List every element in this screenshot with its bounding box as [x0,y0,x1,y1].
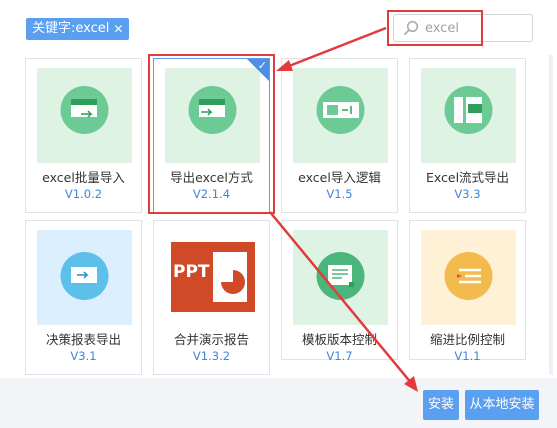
plugin-name: 合并演示报告 [173,332,249,347]
install-button[interactable]: 安装 [423,390,459,420]
plugin-card[interactable]: excel导入逻辑 V1.5 [281,58,398,213]
scrollbar[interactable] [549,55,553,375]
excel-logic-icon [293,68,388,163]
plugin-version: V3.1 [70,349,97,363]
install-local-button[interactable]: 从本地安装 [465,390,539,420]
plugin-name: 缩进比例控制 [429,332,505,347]
check-icon: ✓ [257,59,267,72]
plugin-version: V1.7 [326,349,353,363]
excel-stream-icon [421,68,516,163]
plugin-thumbnail [293,68,388,163]
ppt-label: PPT [173,262,210,282]
template-version-icon [293,230,388,325]
plugin-thumbnail [293,230,388,325]
plugin-thumbnail: PPT [165,230,260,325]
search-icon [404,20,419,35]
plugin-version: V3.3 [454,187,481,201]
plugin-thumbnail [37,68,132,163]
plugin-card[interactable]: 模板版本控制 V1.7 [281,220,398,363]
plugin-card[interactable]: 决策报表导出 V3.1 [25,220,142,375]
plugin-version: V2.1.4 [192,187,231,201]
plugin-name: 导出excel方式 [170,170,253,185]
report-export-icon [37,230,132,325]
excel-export-icon [165,68,260,163]
search-box[interactable] [393,14,533,42]
close-icon[interactable]: ✕ [113,18,123,40]
filter-tag: 关键字:excel ✕ [26,18,130,40]
indent-scale-icon [421,230,516,325]
plugin-card[interactable]: Excel流式导出 V3.3 [409,58,526,213]
filter-tag-label: 关键字:excel [32,21,110,36]
excel-import-icon [37,68,132,163]
plugin-card[interactable]: PPT 合并演示报告 V1.3.2 [153,220,270,375]
plugin-thumbnail [165,68,260,163]
plugin-thumbnail [37,230,132,325]
plugin-name: 模板版本控制 [301,332,377,347]
plugin-thumbnail [421,230,516,325]
plugin-name: 决策报表导出 [45,332,121,347]
plugin-card[interactable]: 缩进比例控制 V1.1 [409,220,526,363]
plugin-version: V1.5 [326,187,353,201]
plugin-name: excel批量导入 [42,170,125,185]
plugin-version: V1.3.2 [192,349,231,363]
plugin-name: excel导入逻辑 [298,170,381,185]
plugin-card[interactable]: ✓ 导出excel方式 V2.1.4 [153,58,270,213]
plugin-card[interactable]: excel批量导入 V1.0.2 [25,58,142,213]
plugin-version: V1.0.2 [64,187,103,201]
plugin-version: V1.1 [454,349,481,363]
search-input[interactable] [425,20,520,36]
plugin-name: Excel流式导出 [425,170,510,185]
plugin-thumbnail [421,68,516,163]
